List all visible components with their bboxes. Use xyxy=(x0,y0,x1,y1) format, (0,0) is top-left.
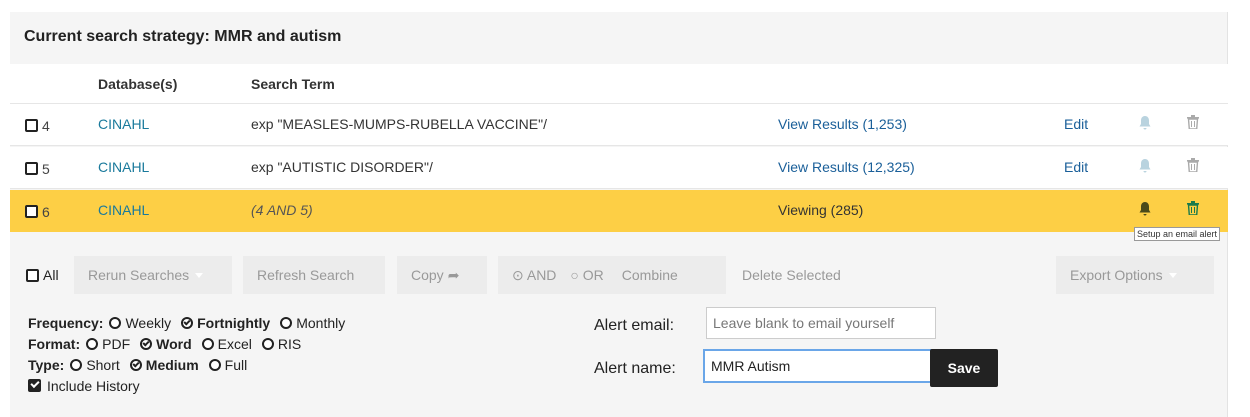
database-link[interactable]: CINAHL xyxy=(98,159,149,175)
type-short-radio[interactable]: Short xyxy=(70,357,120,373)
bell-icon[interactable] xyxy=(1138,115,1152,134)
rerun-searches-button[interactable]: Rerun Searches xyxy=(74,256,232,294)
row-select-checkbox[interactable]: 5 xyxy=(25,160,50,177)
alert-email-label: Alert email: xyxy=(594,317,675,334)
row-select-checkbox[interactable]: 6 xyxy=(25,203,50,220)
format-label: Format: xyxy=(28,335,81,352)
trash-icon[interactable] xyxy=(1187,158,1199,175)
share-arrow-icon: ➦ xyxy=(447,266,460,283)
copy-button[interactable]: Copy ➦ xyxy=(397,256,487,294)
delete-selected-button[interactable]: Delete Selected xyxy=(738,256,845,294)
database-link[interactable]: CINAHL xyxy=(98,202,149,218)
search-term: exp "MEASLES-MUMPS-RUBELLA VACCINE"/ xyxy=(251,116,547,132)
type-label: Type: xyxy=(28,356,65,373)
table-header: Database(s) Search Term xyxy=(10,64,1228,104)
format-word-radio[interactable]: Word xyxy=(140,336,192,352)
email-alert-tooltip: Setup an email alert xyxy=(1134,227,1221,241)
type-options: Type: Short Medium Full xyxy=(28,354,588,375)
format-excel-radio[interactable]: Excel xyxy=(201,336,252,352)
trash-icon[interactable] xyxy=(1187,115,1199,132)
table-row: 4 CINAHL exp "MEASLES-MUMPS-RUBELLA VACC… xyxy=(10,104,1228,146)
bell-icon[interactable] xyxy=(1138,158,1152,177)
combine-group: ⊙ AND ○ OR Combine xyxy=(498,256,726,294)
format-ris-radio[interactable]: RIS xyxy=(261,336,301,352)
refresh-search-button[interactable]: Refresh Search xyxy=(243,256,385,294)
combine-button[interactable]: Combine xyxy=(622,267,678,283)
select-all-checkbox[interactable]: All xyxy=(22,256,63,294)
format-options: Format: PDF Word Excel RIS xyxy=(28,333,588,354)
format-pdf-radio[interactable]: PDF xyxy=(86,336,130,352)
viewing-results-label: Viewing (285) xyxy=(778,202,864,218)
alert-email-input[interactable] xyxy=(706,307,936,339)
database-link[interactable]: CINAHL xyxy=(98,116,149,132)
column-header-database: Database(s) xyxy=(98,76,178,92)
and-radio[interactable]: ⊙ AND xyxy=(512,267,556,284)
frequency-options: Frequency: Weekly Fortnightly Monthly xyxy=(28,312,588,333)
trash-icon[interactable] xyxy=(1187,201,1199,218)
type-medium-radio[interactable]: Medium xyxy=(129,357,199,373)
type-full-radio[interactable]: Full xyxy=(208,357,247,373)
edit-link[interactable]: Edit xyxy=(1064,159,1088,175)
or-radio[interactable]: ○ OR xyxy=(570,267,603,283)
table-row-selected: 6 CINAHL (4 AND 5) Viewing (285) xyxy=(10,190,1228,232)
view-results-link[interactable]: View Results (12,325) xyxy=(778,159,915,175)
table-row: 5 CINAHL exp "AUTISTIC DISORDER"/ View R… xyxy=(10,147,1228,189)
alert-options: Frequency: Weekly Fortnightly Monthly Fo… xyxy=(28,312,588,396)
search-term: (4 AND 5) xyxy=(251,202,313,218)
frequency-monthly-radio[interactable]: Monthly xyxy=(280,315,345,331)
alert-name-label: Alert name: xyxy=(594,360,676,377)
view-results-link[interactable]: View Results (1,253) xyxy=(778,116,907,132)
bell-icon[interactable] xyxy=(1138,201,1152,220)
search-toolbar: All Rerun Searches Refresh Search Copy ➦ … xyxy=(10,256,1228,296)
alert-name-input[interactable] xyxy=(703,349,936,383)
edit-link[interactable]: Edit xyxy=(1064,116,1088,132)
export-options-button[interactable]: Export Options xyxy=(1056,256,1214,294)
frequency-label: Frequency: xyxy=(28,314,104,331)
include-history-checkbox[interactable]: Include History xyxy=(28,375,588,396)
frequency-fortnightly-radio[interactable]: Fortnightly xyxy=(181,315,270,331)
save-button[interactable]: Save xyxy=(930,349,998,387)
page-title: Current search strategy: MMR and autism xyxy=(24,28,342,45)
row-select-checkbox[interactable]: 4 xyxy=(25,117,50,134)
frequency-weekly-radio[interactable]: Weekly xyxy=(109,315,171,331)
column-header-search-term: Search Term xyxy=(251,76,335,92)
search-term: exp "AUTISTIC DISORDER"/ xyxy=(251,159,433,175)
